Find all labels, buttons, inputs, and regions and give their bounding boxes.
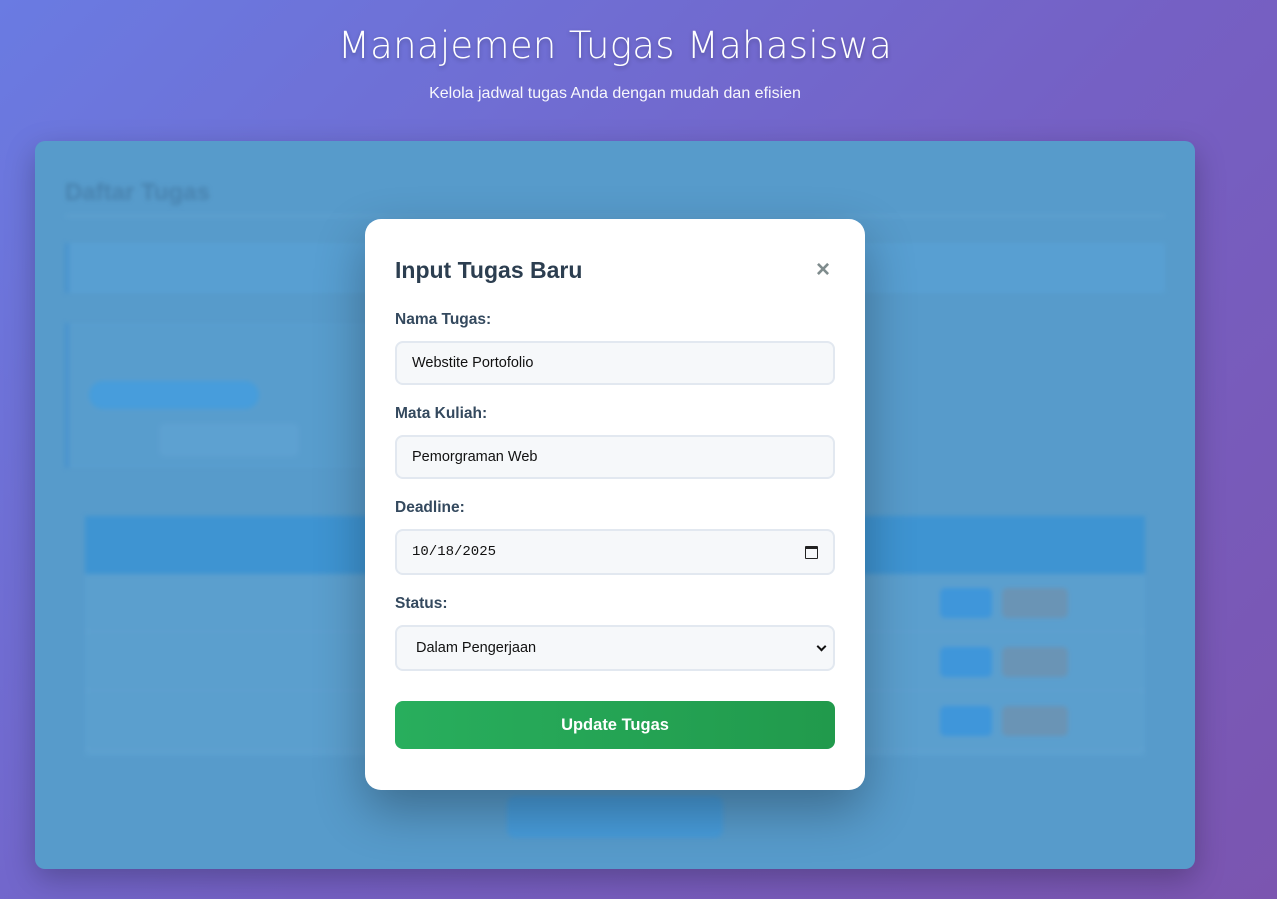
nama-tugas-label: Nama Tugas: bbox=[395, 311, 492, 328]
calendar-icon[interactable] bbox=[805, 545, 818, 559]
status-value: Dalam Pengerjaan bbox=[416, 640, 537, 656]
form-group-nama-tugas: Nama Tugas: Webstite Portofolio bbox=[395, 311, 835, 385]
edit-button[interactable] bbox=[940, 706, 992, 736]
deadline-value: 10/18/2025 bbox=[412, 544, 497, 560]
delete-button[interactable] bbox=[1002, 647, 1068, 677]
page-header: Manajemen Tugas Mahasiswa Kelola jadwal … bbox=[0, 0, 1230, 103]
task-modal: Input Tugas Baru × Nama Tugas: Webstite … bbox=[365, 219, 865, 790]
deadline-input[interactable]: 10/18/2025 bbox=[395, 529, 835, 575]
delete-button[interactable] bbox=[1002, 588, 1068, 618]
edit-button[interactable] bbox=[940, 588, 992, 618]
title-divider bbox=[65, 215, 1165, 217]
modal-title: Input Tugas Baru bbox=[395, 256, 583, 283]
status-select[interactable]: Dalam Pengerjaan bbox=[395, 625, 835, 671]
status-label: Status: bbox=[395, 595, 448, 612]
page-title: Manajemen Tugas Mahasiswa bbox=[337, 24, 893, 67]
update-task-button[interactable]: Update Tugas bbox=[395, 701, 835, 749]
deadline-label: Deadline: bbox=[395, 499, 465, 516]
edit-button[interactable] bbox=[940, 647, 992, 677]
close-icon[interactable]: × bbox=[811, 258, 835, 282]
task-list-title: Daftar Tugas bbox=[65, 179, 210, 206]
nama-tugas-input[interactable]: Webstite Portofolio bbox=[395, 341, 835, 385]
form-group-mata-kuliah: Mata Kuliah: Pemorgraman Web bbox=[395, 405, 835, 479]
filter-select[interactable] bbox=[159, 423, 299, 457]
filter-pill[interactable] bbox=[89, 381, 259, 409]
add-task-button[interactable] bbox=[507, 796, 723, 838]
mata-kuliah-input[interactable]: Pemorgraman Web bbox=[395, 435, 835, 479]
form-group-status: Status: Dalam Pengerjaan bbox=[395, 595, 835, 671]
page-subtitle: Kelola jadwal tugas Anda dengan mudah da… bbox=[429, 85, 801, 102]
modal-header: Input Tugas Baru × bbox=[395, 249, 835, 291]
form-group-deadline: Deadline: 10/18/2025 bbox=[395, 499, 835, 575]
chevron-down-icon bbox=[816, 641, 827, 651]
mata-kuliah-label: Mata Kuliah: bbox=[395, 405, 488, 422]
delete-button[interactable] bbox=[1002, 706, 1068, 736]
